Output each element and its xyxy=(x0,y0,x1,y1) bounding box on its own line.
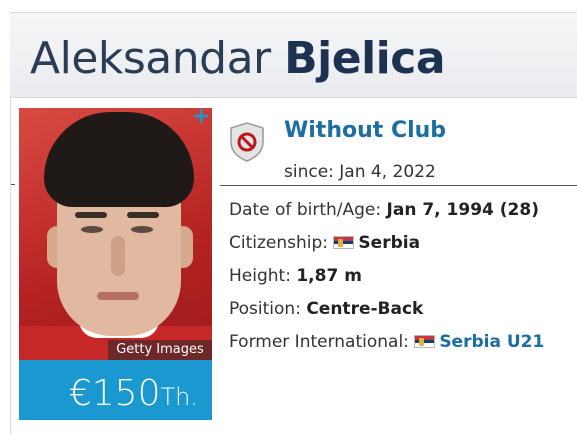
no-club-shield-icon xyxy=(230,122,264,162)
citizenship-label: Citizenship: xyxy=(229,233,329,253)
international-label: Former International: xyxy=(229,332,409,352)
position-label: Position: xyxy=(229,299,301,319)
divider-tick xyxy=(11,184,15,185)
height-label: Height: xyxy=(229,266,291,286)
citizenship-value: Serbia xyxy=(358,233,421,253)
market-value: €150Th. xyxy=(69,374,198,417)
club-since: since: Jan 4, 2022 xyxy=(284,162,436,182)
club-name-link[interactable]: Without Club xyxy=(284,117,446,145)
serbia-flag-icon xyxy=(414,335,436,348)
serbia-flag-icon xyxy=(333,236,355,249)
market-value-unit: Th. xyxy=(160,383,199,411)
citizenship-row: Citizenship: Serbia xyxy=(229,231,420,255)
dob-row: Date of birth/Age: Jan 7, 1994 (28) xyxy=(229,198,539,222)
player-profile-card: Aleksandar Bjelica + Getty Images €150Th… xyxy=(0,0,577,434)
height-row: Height: 1,87 m xyxy=(229,264,362,288)
player-last-name: Bjelica xyxy=(284,33,446,84)
photo-credit: Getty Images xyxy=(108,340,212,360)
position-row: Position: Centre-Back xyxy=(229,297,423,321)
height-value: 1,87 m xyxy=(296,266,362,286)
market-value-box[interactable]: €150Th. xyxy=(19,360,212,420)
international-row: Former International: Serbia U21 xyxy=(229,330,544,354)
player-name: Aleksandar Bjelica xyxy=(30,33,446,85)
dob-value: Jan 7, 1994 (28) xyxy=(386,200,539,220)
international-team-link[interactable]: Serbia U21 xyxy=(439,332,544,352)
player-photo[interactable] xyxy=(19,108,212,360)
profile-header: Aleksandar Bjelica xyxy=(10,12,577,98)
card-border xyxy=(10,98,11,434)
plus-icon[interactable]: + xyxy=(192,106,210,128)
market-value-amount: €150 xyxy=(68,373,161,414)
dob-label: Date of birth/Age: xyxy=(229,200,382,220)
position-value: Centre-Back xyxy=(306,299,424,319)
player-first-name: Aleksandar xyxy=(30,33,271,84)
info-separator xyxy=(220,185,577,186)
